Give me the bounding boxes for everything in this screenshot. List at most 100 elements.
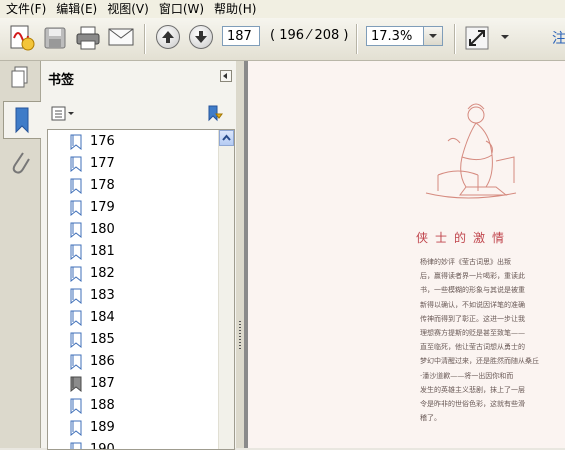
zoom-dropdown-button[interactable] bbox=[423, 26, 443, 46]
bookmark-item[interactable]: 177 bbox=[66, 153, 216, 175]
bookmark-ribbon-icon bbox=[15, 107, 29, 134]
pages-tab[interactable] bbox=[3, 61, 37, 97]
zoom-input[interactable]: 17.3% bbox=[366, 26, 424, 46]
save-icon[interactable] bbox=[43, 26, 67, 50]
bookmark-item[interactable]: 190 bbox=[66, 439, 216, 450]
menu-file[interactable]: 文件(F) bbox=[0, 0, 50, 18]
bookmark-icon bbox=[70, 156, 82, 172]
scholar-illustration bbox=[425, 103, 517, 199]
toolbar-separator bbox=[454, 24, 456, 54]
bookmark-label: 181 bbox=[90, 244, 115, 259]
bookmark-item[interactable]: 186 bbox=[66, 351, 216, 373]
text-line: 梦幻中清醒过来，还是胜然而随从桑丘 bbox=[420, 357, 539, 366]
bookmark-label: 176 bbox=[90, 134, 115, 149]
toolbar-separator bbox=[144, 24, 146, 54]
document-view[interactable]: 侠士的激情 杨律的妙评《莹古词思》出叛 后，赢得读者界一片喝彩，重读此 书，一些… bbox=[244, 61, 565, 448]
section-heading: 侠士的激情 bbox=[416, 231, 512, 245]
bookmark-current-icon bbox=[70, 376, 82, 392]
bookmark-label: 177 bbox=[90, 156, 115, 171]
menu-window[interactable]: 窗口(W) bbox=[155, 0, 208, 18]
scrollbar[interactable] bbox=[218, 130, 234, 449]
text-line: 传神而得到了彰正。这进一步让我 bbox=[420, 314, 525, 323]
bookmark-icon bbox=[70, 222, 82, 238]
bookmark-label: 178 bbox=[90, 178, 115, 193]
menu-edit[interactable]: 编辑(E) bbox=[52, 0, 101, 18]
bookmark-item[interactable]: 189 bbox=[66, 417, 216, 439]
bookmark-label: 190 bbox=[90, 442, 115, 450]
toolbar-separator bbox=[356, 24, 358, 54]
panel-splitter[interactable] bbox=[236, 61, 244, 448]
attachments-tab[interactable] bbox=[3, 145, 37, 181]
scroll-up-button[interactable] bbox=[219, 130, 234, 146]
annotation-link[interactable]: 注 bbox=[552, 28, 565, 48]
bookmark-icon bbox=[70, 354, 82, 370]
bookmark-item[interactable]: 176 bbox=[66, 131, 216, 153]
create-pdf-icon[interactable] bbox=[9, 24, 35, 52]
text-line: 发生的英雄主义悲剧，抹上了一层 bbox=[420, 385, 525, 394]
collapse-panel-button[interactable] bbox=[220, 70, 232, 82]
expand-bookmark-icon[interactable] bbox=[205, 104, 225, 124]
toolbar-options-icon[interactable] bbox=[500, 33, 510, 41]
navigation-strip bbox=[0, 61, 41, 448]
chevron-down-icon bbox=[429, 34, 437, 38]
bookmark-item[interactable]: 178 bbox=[66, 175, 216, 197]
email-icon[interactable] bbox=[108, 27, 134, 47]
previous-page-button[interactable] bbox=[156, 25, 180, 49]
bookmark-label: 183 bbox=[90, 288, 115, 303]
bookmark-label: 184 bbox=[90, 310, 115, 325]
text-line: ·潘沙道歉——将一出因你和而 bbox=[420, 371, 514, 380]
full-screen-icon[interactable] bbox=[465, 26, 489, 50]
pages-icon bbox=[11, 66, 28, 88]
bookmark-item[interactable]: 182 bbox=[66, 263, 216, 285]
page-number-input[interactable]: 187 bbox=[222, 26, 260, 46]
bookmark-icon bbox=[70, 288, 82, 304]
text-line: 理想赛方提斯的贬是甚至致笔—— bbox=[420, 329, 525, 338]
bookmark-label: 185 bbox=[90, 332, 115, 347]
text-line: 书，一些模糊的形象与其说是被重 bbox=[420, 286, 525, 295]
page-count: ( 196 ⁄ 208 ) bbox=[270, 28, 349, 43]
bookmark-icon bbox=[70, 442, 82, 449]
bookmark-label: 188 bbox=[90, 398, 115, 413]
panel-header: 书签 bbox=[41, 61, 236, 93]
text-line: 令是昨非的世俗色彩，这就有些滑 bbox=[420, 400, 525, 409]
bookmark-icon bbox=[70, 134, 82, 150]
panel-title: 书签 bbox=[48, 73, 75, 88]
next-page-button[interactable] bbox=[189, 25, 213, 49]
arrow-up-icon bbox=[162, 31, 174, 43]
splitter-grip[interactable] bbox=[239, 321, 241, 351]
bookmark-label: 189 bbox=[90, 420, 115, 435]
paperclip-icon bbox=[12, 152, 30, 174]
toolbar: 187 ( 196 ⁄ 208 ) 17.3% 注 bbox=[0, 18, 565, 61]
body-text: 杨律的妙评《莹古词思》出叛 后，赢得读者界一片喝彩，重读此 书，一些模糊的形象与… bbox=[420, 255, 540, 425]
bookmark-label: 182 bbox=[90, 266, 115, 281]
bookmark-item[interactable]: 181 bbox=[66, 241, 216, 263]
bookmark-icon bbox=[70, 178, 82, 194]
bookmark-item[interactable]: 188 bbox=[66, 395, 216, 417]
document-page: 侠士的激情 杨律的妙评《莹古词思》出叛 后，赢得读者界一片喝彩，重读此 书，一些… bbox=[248, 61, 565, 448]
bookmark-icon bbox=[70, 200, 82, 216]
bookmarks-panel: 书签 176 177 178 179 180 181 182 183 184 185 186 187 1… bbox=[41, 61, 237, 450]
bookmark-icon bbox=[70, 310, 82, 326]
text-line: 直至临死，他让莹古词想从勇士的 bbox=[420, 343, 525, 352]
bookmark-item[interactable]: 180 bbox=[66, 219, 216, 241]
bookmarks-tab[interactable] bbox=[3, 101, 41, 139]
bookmark-item[interactable]: 183 bbox=[66, 285, 216, 307]
arrow-down-icon bbox=[195, 31, 207, 43]
bookmark-icon bbox=[70, 420, 82, 436]
options-menu-icon[interactable] bbox=[51, 106, 75, 122]
text-line: 杨律的妙评《莹古词思》出叛 bbox=[420, 258, 511, 266]
menu-view[interactable]: 视图(V) bbox=[103, 0, 153, 18]
bookmark-item[interactable]: 179 bbox=[66, 197, 216, 219]
bookmark-item[interactable]: 187 bbox=[66, 373, 216, 395]
bookmark-label: 179 bbox=[90, 200, 115, 215]
bookmark-label: 180 bbox=[90, 222, 115, 237]
menu-help[interactable]: 帮助(H) bbox=[210, 0, 260, 18]
text-line: 后，赢得读者界一片喝彩，重读此 bbox=[420, 272, 525, 281]
bookmark-label: 186 bbox=[90, 354, 115, 369]
chevron-up-icon bbox=[222, 134, 231, 141]
text-line: 稽了。 bbox=[420, 414, 441, 423]
print-icon[interactable] bbox=[75, 25, 101, 51]
bookmark-list: 176 177 178 179 180 181 182 183 184 185 186 187 188 1… bbox=[47, 129, 235, 450]
bookmark-item[interactable]: 185 bbox=[66, 329, 216, 351]
bookmark-item[interactable]: 184 bbox=[66, 307, 216, 329]
